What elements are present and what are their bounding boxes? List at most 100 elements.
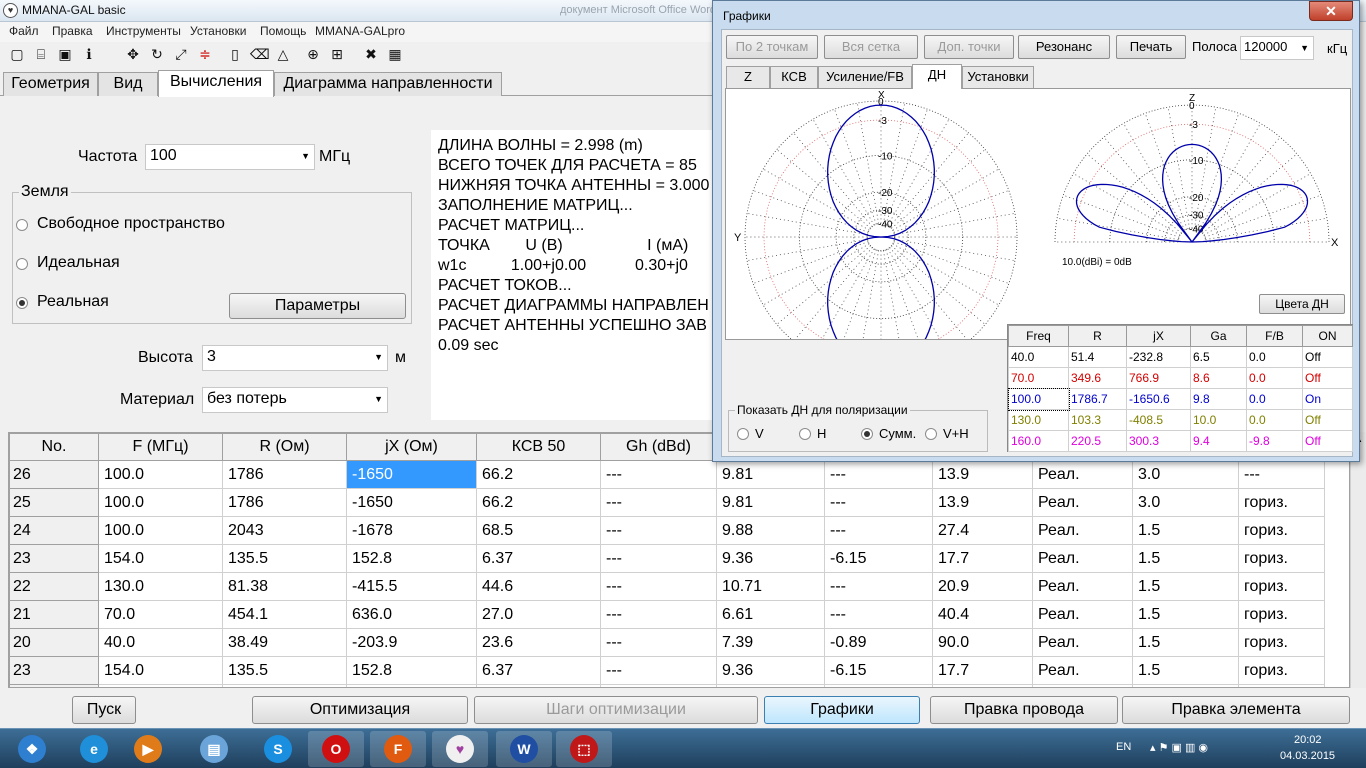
table-row[interactable]: 21 70.0 454.1 636.0 27.0 --- 6.61 --- 40.4 Реал. 1… — [9, 600, 1325, 629]
freq-cell[interactable]: 40.0 — [1008, 346, 1069, 368]
table-cell[interactable]: 1.5 — [1132, 600, 1239, 629]
table-cell[interactable]: 17.7 — [932, 656, 1033, 685]
table-cell[interactable]: 135.5 — [222, 656, 347, 685]
band-select[interactable]: 120000 ▼ — [1240, 36, 1314, 60]
table-cell[interactable]: 1786 — [222, 488, 347, 517]
freq-cell[interactable]: -232.8 — [1126, 346, 1191, 368]
table-cell[interactable]: Реал. — [1032, 600, 1133, 629]
table-cell[interactable] — [222, 684, 347, 687]
table-cell[interactable]: 81.38 — [222, 572, 347, 601]
tab-settings[interactable]: Установки — [962, 66, 1034, 88]
table-cell[interactable]: -0.89 — [824, 628, 933, 657]
table-cell[interactable]: 454.1 — [222, 600, 347, 629]
optimization-steps-button[interactable]: Шаги оптимизации — [474, 696, 758, 724]
freq-cell[interactable]: Off — [1302, 367, 1353, 389]
table-cell[interactable]: 3.0 — [1132, 460, 1239, 489]
freq-cell[interactable]: 220.5 — [1068, 430, 1127, 452]
material-select[interactable]: без потерь ▼ — [202, 387, 388, 413]
column-header[interactable]: No. — [9, 433, 99, 461]
save-icon[interactable]: ▣ — [56, 46, 74, 64]
start-orb-icon[interactable]: ❖ — [4, 731, 60, 767]
table-cell[interactable]: гориз. — [1238, 628, 1325, 657]
frequency-select[interactable]: 100 ▼ — [145, 144, 315, 170]
table-cell[interactable]: 20 — [9, 628, 99, 657]
table-cell[interactable]: 6.37 — [476, 544, 601, 573]
open-folder-icon[interactable]: ⌸ — [32, 46, 50, 64]
table-cell[interactable]: --- — [600, 628, 717, 657]
radio-ideal[interactable] — [16, 258, 28, 270]
tab-z[interactable]: Z — [726, 66, 770, 88]
freq-cell[interactable]: 0.0 — [1246, 409, 1303, 431]
results-scrollbar[interactable]: ▲ — [1350, 432, 1366, 688]
table-cell[interactable]: 636.0 — [346, 600, 477, 629]
full-grid-button[interactable]: Вся сетка — [824, 35, 918, 59]
freq-cell[interactable]: -408.5 — [1126, 409, 1191, 431]
table-cell[interactable]: 9.36 — [716, 544, 825, 573]
table-cell[interactable]: 20.9 — [932, 572, 1033, 601]
freq-cell[interactable]: Off — [1302, 430, 1353, 452]
internet-explorer-icon[interactable]: e — [66, 731, 122, 767]
tab-gain-fb[interactable]: Усиление/FB — [818, 66, 912, 88]
table-cell[interactable]: --- — [824, 516, 933, 545]
freq-cell[interactable]: 10.0 — [1190, 409, 1247, 431]
start-button[interactable]: Пуск — [72, 696, 136, 724]
table-cell[interactable]: 9.81 — [716, 460, 825, 489]
table-cell[interactable]: -415.5 — [346, 572, 477, 601]
table-cell[interactable]: --- — [600, 600, 717, 629]
table-cell[interactable]: --- — [824, 488, 933, 517]
table-cell[interactable]: 1.5 — [1132, 544, 1239, 573]
table-cell[interactable] — [1238, 684, 1325, 687]
two-points-button[interactable]: По 2 точкам — [726, 35, 818, 59]
table-cell[interactable]: 1.5 — [1132, 656, 1239, 685]
tray-icons[interactable]: ▴ ⚑ ▣ ▥ ◉ — [1150, 741, 1208, 754]
table-cell[interactable]: 25 — [9, 488, 99, 517]
table-cell[interactable] — [346, 684, 477, 687]
table-cell[interactable]: 154.0 — [98, 656, 223, 685]
tab-view[interactable]: Вид — [98, 72, 158, 96]
freq-cell[interactable]: 766.9 — [1126, 367, 1191, 389]
column-header[interactable]: КСВ 50 — [476, 433, 601, 461]
freq-cell[interactable]: 70.0 — [1008, 367, 1069, 389]
freq-cell[interactable]: 8.6 — [1190, 367, 1247, 389]
clock-time[interactable]: 20:02 — [1294, 734, 1322, 746]
table-cell[interactable]: 9.81 — [716, 488, 825, 517]
table-cell[interactable]: 38.49 — [222, 628, 347, 657]
language-indicator[interactable]: EN — [1116, 741, 1131, 753]
params-button[interactable]: Параметры — [229, 293, 406, 319]
table-cell[interactable]: Реал. — [1032, 628, 1133, 657]
table-cell[interactable]: 130.0 — [98, 572, 223, 601]
info-icon[interactable]: ℹ — [80, 46, 98, 64]
table-cell[interactable] — [600, 684, 717, 687]
table-cell[interactable] — [932, 684, 1033, 687]
crosshair-icon[interactable]: ⊕ — [304, 46, 322, 64]
print-button[interactable]: Печать — [1116, 35, 1186, 59]
table-cell[interactable]: --- — [600, 488, 717, 517]
table-cell[interactable]: Реал. — [1032, 572, 1133, 601]
freq-row[interactable]: 100.0 1786.7 -1650.6 9.8 0.0 On — [1007, 387, 1353, 411]
mmana-icon[interactable]: ♥ — [432, 731, 488, 767]
table-cell[interactable]: 154.0 — [98, 544, 223, 573]
freq-cell[interactable]: 130.0 — [1008, 409, 1069, 431]
table-cell[interactable]: 2043 — [222, 516, 347, 545]
table-cell[interactable]: гориз. — [1238, 488, 1325, 517]
table-row[interactable]: 23 154.0 135.5 152.8 6.37 --- 9.36 -6.15 17.7 Реа… — [9, 544, 1325, 573]
table-cell[interactable]: --- — [600, 572, 717, 601]
table-row[interactable]: 23 154.0 135.5 152.8 6.37 --- 9.36 -6.15 17.7 Реа… — [9, 656, 1325, 685]
table-cell[interactable]: 1786 — [222, 460, 347, 489]
table-cell[interactable]: Реал. — [1032, 460, 1133, 489]
tools-icon[interactable]: ✖ — [362, 46, 380, 64]
close-icon[interactable]: ✕ — [1309, 1, 1353, 21]
table-cell[interactable]: 6.37 — [476, 656, 601, 685]
menu-tools[interactable]: Инструменты — [106, 24, 181, 38]
table-cell[interactable] — [1032, 684, 1133, 687]
table-cell[interactable]: 100.0 — [98, 516, 223, 545]
table-cell[interactable]: 9.36 — [716, 656, 825, 685]
wire-edit-icon[interactable]: ≑ — [196, 46, 214, 64]
table-cell[interactable] — [716, 684, 825, 687]
table-cell[interactable] — [1132, 684, 1239, 687]
table-cell[interactable]: -6.15 — [824, 656, 933, 685]
triangle-icon[interactable]: △ — [274, 46, 292, 64]
table-cell[interactable]: --- — [1238, 460, 1325, 489]
freq-cell[interactable]: 9.4 — [1190, 430, 1247, 452]
table-cell[interactable]: 10.71 — [716, 572, 825, 601]
